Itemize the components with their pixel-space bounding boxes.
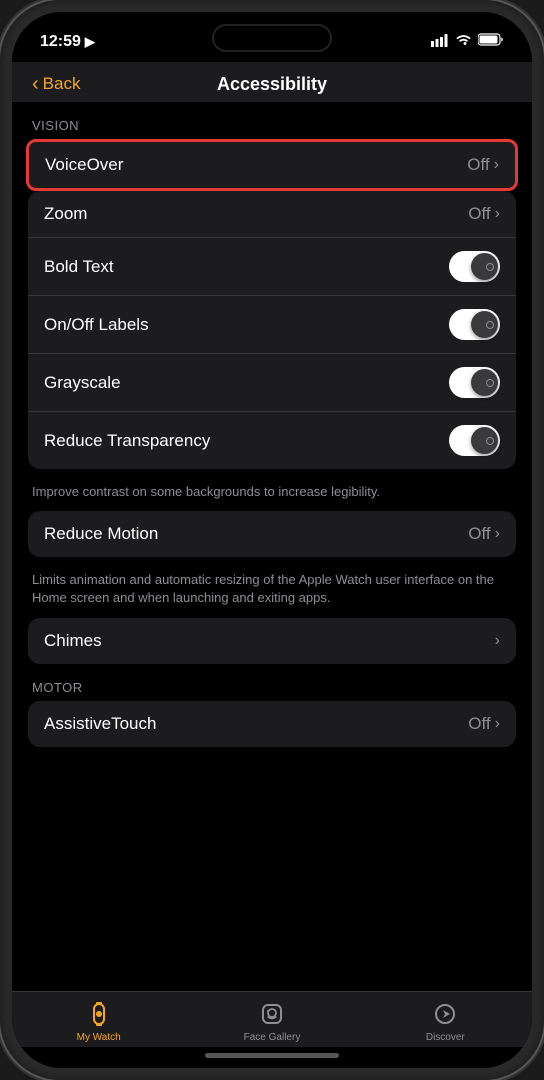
- tab-discover[interactable]: Discover: [359, 1000, 532, 1043]
- back-chevron-icon: ‹: [32, 74, 39, 94]
- phone-frame: 12:59 ▶ ‹ Back: [0, 0, 544, 1080]
- chimes-group: Chimes ›: [28, 618, 516, 664]
- vision-section-label: VISION: [28, 110, 516, 139]
- assistive-touch-row[interactable]: AssistiveTouch Off ›: [28, 701, 516, 747]
- reduce-transparency-toggle[interactable]: [449, 425, 500, 456]
- phone-screen: 12:59 ▶ ‹ Back: [12, 12, 532, 1068]
- grayscale-toggle-indicator: [486, 379, 494, 387]
- vision-settings-group: Zoom Off › Bold Text On/Off Labe: [28, 191, 516, 469]
- chimes-chevron: ›: [495, 632, 500, 650]
- bold-text-toggle[interactable]: [449, 251, 500, 282]
- bold-text-row[interactable]: Bold Text: [28, 238, 516, 296]
- assistive-touch-value: Off ›: [468, 714, 500, 734]
- home-bar: [205, 1053, 339, 1058]
- zoom-row[interactable]: Zoom Off ›: [28, 191, 516, 238]
- bold-text-toggle-indicator: [486, 263, 494, 271]
- dynamic-island: [212, 24, 332, 52]
- reduce-transparency-row[interactable]: Reduce Transparency: [28, 412, 516, 469]
- onoff-labels-toggle-indicator: [486, 321, 494, 329]
- grayscale-label: Grayscale: [44, 373, 121, 393]
- reduce-motion-chevron-icon: ›: [495, 525, 500, 543]
- reduce-transparency-hint: Improve contrast on some backgrounds to …: [28, 477, 516, 511]
- assistive-touch-group: AssistiveTouch Off ›: [28, 701, 516, 747]
- zoom-value: Off ›: [468, 204, 500, 224]
- page-title: Accessibility: [217, 74, 327, 95]
- voiceover-row[interactable]: VoiceOver Off ›: [29, 142, 515, 188]
- voiceover-label: VoiceOver: [45, 155, 123, 175]
- assistive-touch-chevron-icon: ›: [495, 715, 500, 733]
- content-area[interactable]: VISION VoiceOver Off › Zoom Off: [12, 102, 532, 991]
- battery-icon: [478, 33, 504, 51]
- reduce-motion-label: Reduce Motion: [44, 524, 158, 544]
- my-watch-icon: [85, 1000, 113, 1028]
- navigation-bar: ‹ Back Accessibility: [12, 62, 532, 102]
- status-icons: [431, 33, 504, 51]
- face-gallery-icon: [258, 1000, 286, 1028]
- onoff-labels-row[interactable]: On/Off Labels: [28, 296, 516, 354]
- face-gallery-tab-label: Face Gallery: [244, 1032, 301, 1043]
- reduce-motion-value: Off ›: [468, 524, 500, 544]
- chimes-chevron-icon: ›: [495, 632, 500, 650]
- voiceover-group: VoiceOver Off ›: [26, 139, 518, 191]
- voiceover-chevron-icon: ›: [494, 156, 499, 174]
- assistive-touch-label: AssistiveTouch: [44, 714, 156, 734]
- discover-tab-label: Discover: [426, 1032, 465, 1043]
- grayscale-toggle[interactable]: [449, 367, 500, 398]
- bold-text-label: Bold Text: [44, 257, 114, 277]
- reduce-transparency-label: Reduce Transparency: [44, 431, 210, 451]
- back-button[interactable]: ‹ Back: [32, 74, 80, 94]
- onoff-labels-label: On/Off Labels: [44, 315, 149, 335]
- back-label: Back: [43, 74, 81, 94]
- reduce-motion-group: Reduce Motion Off ›: [28, 511, 516, 557]
- reduce-motion-row[interactable]: Reduce Motion Off ›: [28, 511, 516, 557]
- reduce-transparency-toggle-indicator: [486, 437, 494, 445]
- chimes-row[interactable]: Chimes ›: [28, 618, 516, 664]
- reduce-motion-hint: Limits animation and automatic resizing …: [28, 565, 516, 617]
- zoom-label: Zoom: [44, 204, 87, 224]
- wifi-icon: [455, 33, 472, 51]
- motor-section-label: MOTOR: [28, 672, 516, 701]
- voiceover-value: Off ›: [467, 155, 499, 175]
- status-bar: 12:59 ▶: [12, 12, 532, 62]
- tab-bar: My Watch Face Gallery Discover: [12, 991, 532, 1047]
- location-icon: ▶: [85, 34, 95, 50]
- home-indicator: [12, 1047, 532, 1068]
- zoom-chevron-icon: ›: [495, 205, 500, 223]
- grayscale-row[interactable]: Grayscale: [28, 354, 516, 412]
- tab-my-watch[interactable]: My Watch: [12, 1000, 185, 1043]
- my-watch-tab-label: My Watch: [77, 1032, 121, 1043]
- signal-icon: [431, 34, 449, 50]
- tab-face-gallery[interactable]: Face Gallery: [185, 1000, 358, 1043]
- status-time: 12:59 ▶: [40, 33, 95, 51]
- discover-icon: [431, 1000, 459, 1028]
- chimes-label: Chimes: [44, 631, 102, 651]
- onoff-labels-toggle[interactable]: [449, 309, 500, 340]
